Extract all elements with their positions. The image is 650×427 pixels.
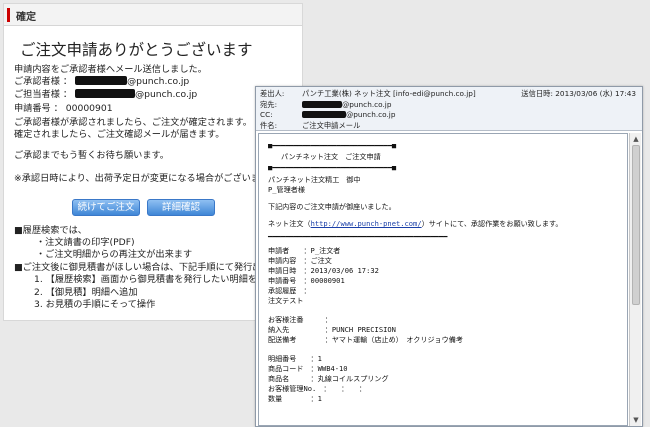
subject-label: 件名: [260, 121, 278, 130]
field-content: 申請内容 ：ご注文 [268, 256, 332, 265]
redacted-to [302, 101, 342, 108]
rule-bottom: ■━━━━━━━━━━━━━━━━━━━━━━━━━━━━■ [268, 163, 397, 172]
panel-header-title: 確定 [16, 12, 36, 23]
panel-header: 確定 [4, 4, 302, 26]
history-item-reorder: ・ご注文明細からの再注文が出来ます [36, 249, 193, 260]
redacted-contact [74, 89, 135, 98]
field-product-code: 商品コード ：WWB4-10 [268, 364, 348, 373]
addressee-company: パンチネット注文精工 御中 [268, 175, 361, 184]
field-customer-order: お客様注番 ： [268, 315, 332, 324]
addressee-person: P_管理者様 [268, 185, 305, 194]
contact-email-domain: @punch.co.jp [134, 89, 198, 100]
redacted-cc [302, 111, 346, 118]
thanks-title: ご注文申請ありがとうございます [20, 41, 253, 59]
request-number: 申請番号 ： 00000901 [14, 103, 113, 114]
from-row: 差出人: パンチ工業(株) ネット注文 [info-edi@punch.co.j… [256, 88, 642, 99]
from-value[interactable]: パンチ工業(株) ネット注文 [info-edi@punch.co.jp] [302, 89, 476, 99]
from-label: 差出人: [260, 89, 285, 98]
detail-check-button[interactable]: 詳細確認 [147, 199, 215, 216]
field-quantity: 数量 ：1 [268, 394, 322, 403]
field-history: 承認履歴 ： [268, 286, 311, 295]
email-window: 差出人: パンチ工業(株) ネット注文 [info-edi@punch.co.j… [255, 86, 643, 427]
note-confirm-mail: 確定されましたら、ご注文確認メールが届きます。 [14, 129, 225, 140]
field-note: 注文テスト [268, 296, 304, 305]
cc-value[interactable]: @punch.co.jp [302, 110, 395, 119]
to-value[interactable]: @punch.co.jp [302, 100, 391, 109]
subject-value: ご注文申請メール [302, 121, 361, 130]
field-applicant: 申請者 ：P_注文者 [268, 246, 341, 255]
field-line-no: 明細番号 ：1 [268, 354, 322, 363]
header-accent-bar [7, 8, 10, 22]
sent-label: 送信日時: [521, 89, 553, 98]
site-link[interactable]: http://www.punch-pnet.com/ [311, 219, 422, 228]
sent-date: 送信日時: 2013/03/06 (水) 17:43 [521, 89, 636, 99]
field-delivery-to: 納入先 ：PUNCH PRECISION [268, 325, 396, 334]
field-customer-mgmt: お客様管理No. ： ： ： [268, 384, 366, 393]
contact-row: ご担当者様 ： @punch.co.jp [14, 86, 197, 100]
email-scrollbar[interactable]: ▲ ▼ [629, 133, 641, 426]
subject-row: 件名: ご注文申請メール [256, 120, 642, 131]
cc-domain: @punch.co.jp [346, 110, 396, 119]
approver-row: ご承認者様 ： @punch.co.jp [14, 73, 189, 87]
site-line: ネット注文（http://www.punch-pnet.com/）サイトにて、承… [268, 219, 562, 229]
quote-step-1: 1. 【履歴検索】画面から御見積書を発行したい明細を抽出 [34, 274, 276, 285]
field-datetime: 申請日時 ：2013/03/06 17:32 [268, 266, 379, 275]
field-shipping-note: 配送備考 ：ヤマト運輸（店止め） オクリジョウ備考 [268, 335, 463, 344]
scroll-down-icon[interactable]: ▼ [632, 416, 640, 424]
email-body[interactable]: ■━━━━━━━━━━━━━━━━━━━━━━━━━━━━■ パンチネット注文 … [258, 133, 628, 426]
field-product-name: 商品名 ：丸線コイルスプリング [268, 374, 389, 383]
cc-label: CC: [260, 110, 273, 119]
field-number: 申請番号 ：00000901 [268, 276, 345, 285]
rule-top: ■━━━━━━━━━━━━━━━━━━━━━━━━━━━━■ [268, 141, 397, 150]
scroll-up-icon[interactable]: ▲ [632, 135, 640, 143]
to-domain: @punch.co.jp [342, 100, 392, 109]
note-ship-date: ※承認日時により、出荷予定日が変更になる場合がございます。 [14, 173, 278, 184]
cc-row: CC: @punch.co.jp [256, 109, 642, 120]
banner-title: パンチネット注文 ご注文申請 [281, 152, 381, 161]
email-header: 差出人: パンチ工業(株) ネット注文 [info-edi@punch.co.j… [256, 87, 642, 131]
redacted-approver [74, 76, 127, 85]
site-prefix: ネット注文（ [268, 219, 311, 228]
quote-step-3: 3. お見積の手順にそって操作 [34, 299, 156, 310]
note-wait: ご承認までもう暫くお待ち願います。 [14, 150, 169, 161]
contact-label: ご担当者様 ： [14, 89, 73, 100]
intro-line: 下記内容のご注文申請が御座いました。 [268, 202, 396, 211]
continue-order-button[interactable]: 続けてご注文 [72, 199, 140, 216]
site-suffix: ）サイトにて、承認作業をお願い致します。 [421, 219, 563, 228]
rule-separator: ━━━━━━━━━━━━━━━━━━━━━━━━━━━━━━━━━━━━━━━━… [268, 232, 448, 241]
scroll-thumb[interactable] [632, 145, 640, 305]
sent-value: 2013/03/06 (水) 17:43 [555, 89, 636, 98]
